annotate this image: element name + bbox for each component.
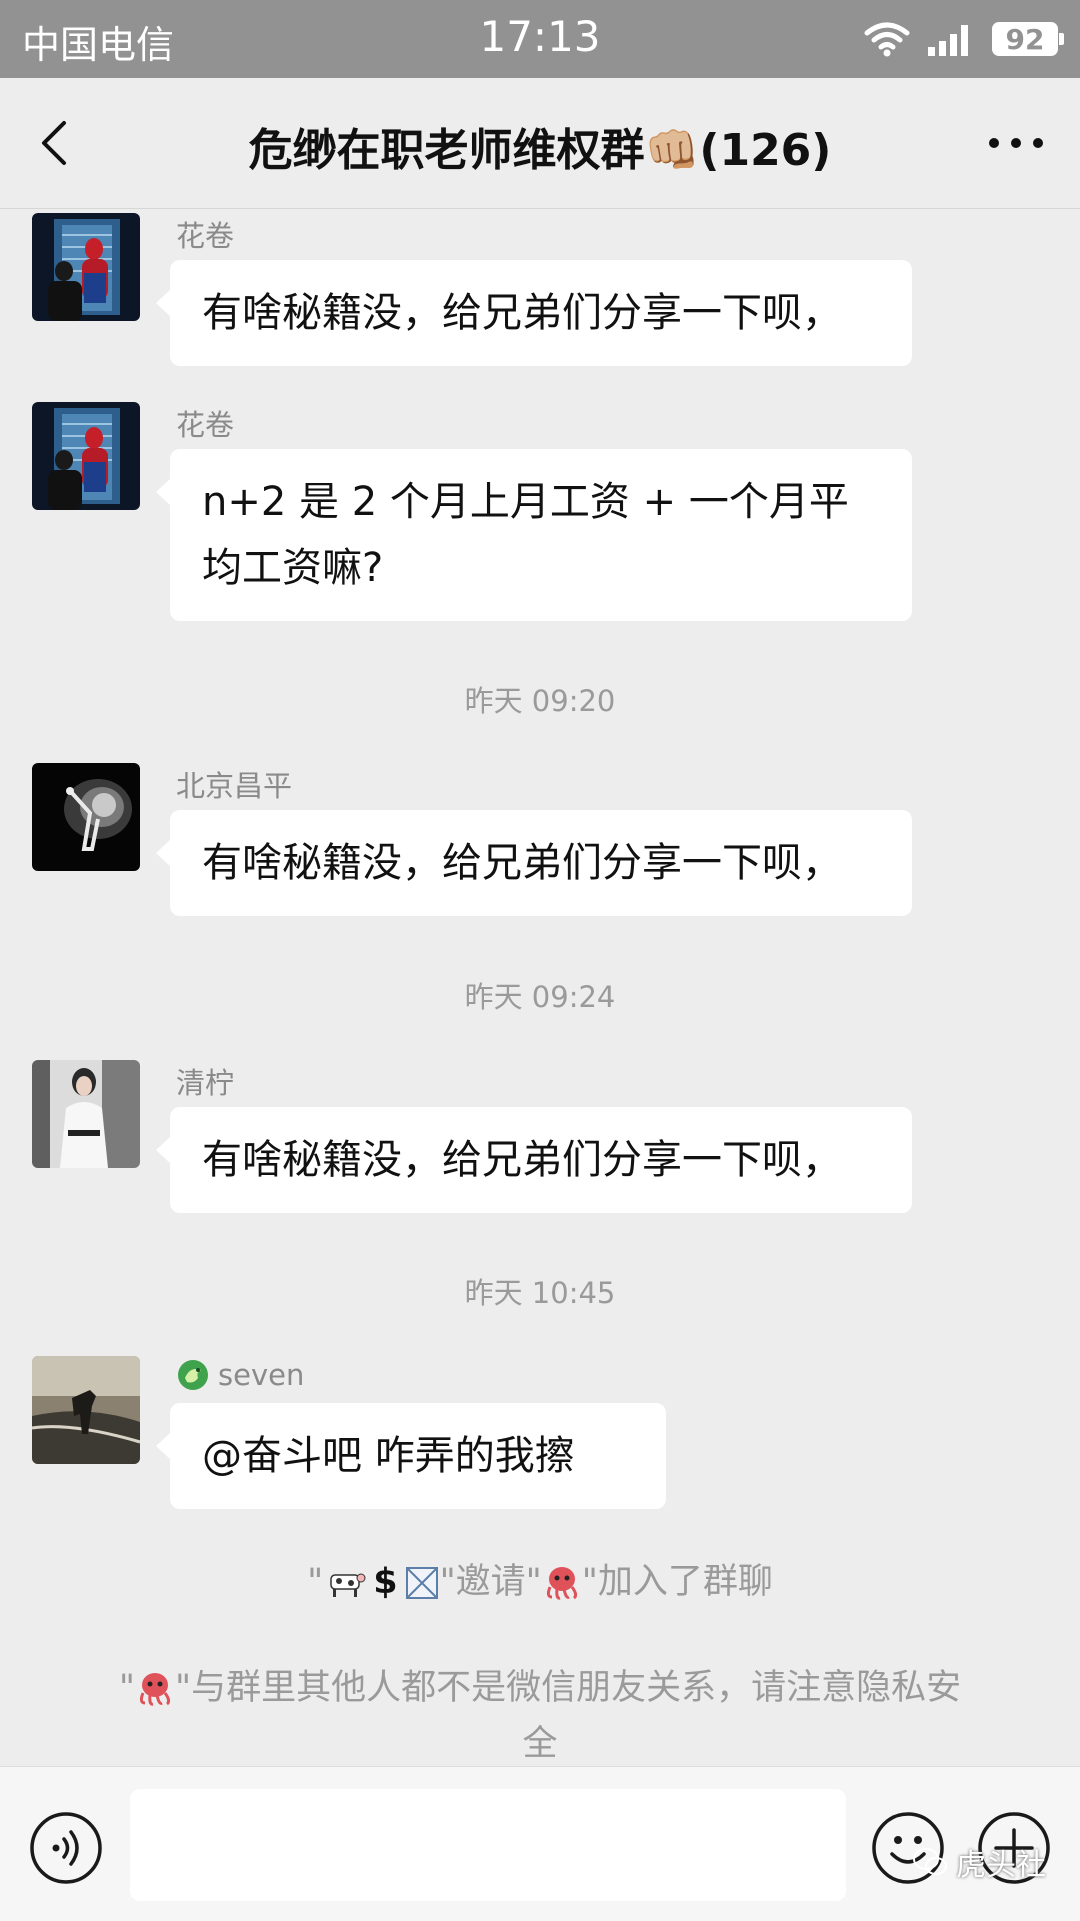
system-privacy-message: " "与群里其他人都不是微信朋友关系，请注意隐私安 全: [80, 1660, 1000, 1772]
message-bubble[interactable]: 有啥秘籍没，给兄弟们分享一下呗，: [156, 260, 912, 366]
message-line: n+2 是 2 个月上月工资 + 一个月平: [202, 479, 849, 525]
chat-title: 危缈在职老师维权群👊🏼(126): [248, 125, 832, 176]
timestamp: 昨天 10:45: [464, 1276, 616, 1310]
battery-icon: 92: [992, 22, 1064, 56]
message-bubble[interactable]: 有啥秘籍没，给兄弟们分享一下呗，: [156, 810, 912, 916]
timestamp: 昨天 09:24: [464, 980, 616, 1014]
system-invite-message: " $ "邀请" "加入了群聊: [80, 1554, 1000, 1610]
voice-icon[interactable]: [28, 1810, 104, 1886]
message-line: 均工资嘛?: [202, 545, 384, 591]
sender-name: 清柠: [176, 1066, 235, 1100]
spiderman-avatar[interactable]: [32, 402, 140, 510]
watermark: 虎头社: [912, 1840, 1046, 1884]
dragon-icon: [178, 1360, 208, 1390]
watermark-text: 虎头社: [956, 1848, 1046, 1883]
wechat-logo-icon: [913, 1848, 947, 1875]
octopus-emoji-icon: [139, 1673, 171, 1706]
privacy-line: " "与群里其他人都不是微信朋友关系，请注意隐私安: [80, 1660, 1000, 1716]
sender-label: seven: [218, 1358, 305, 1392]
chat-header: 危缈在职老师维权群👊🏼(126): [0, 78, 1080, 209]
signal-icon: [928, 25, 968, 56]
spiderman-avatar[interactable]: [32, 213, 140, 321]
boxed-x-icon: [405, 1567, 438, 1599]
message-bubble[interactable]: n+2 是 2 个月上月工资 + 一个月平 均工资嘛?: [156, 449, 912, 621]
status-bar: 中国电信 17:13 92: [0, 0, 1080, 78]
cow-emoji-icon: [330, 1573, 366, 1597]
invite-text-end: "加入了群聊: [581, 1562, 773, 1602]
status-icons: 92: [864, 16, 1064, 62]
sender-name: 花卷: [176, 408, 235, 442]
wifi-icon: [864, 22, 910, 57]
quote-mark: ": [118, 1668, 135, 1708]
woman-avatar[interactable]: [32, 1060, 140, 1168]
privacy-line: 全: [522, 1724, 558, 1764]
dancer-avatar[interactable]: [32, 763, 140, 871]
quote-mark: ": [307, 1562, 324, 1602]
sender-name: 花卷: [176, 219, 235, 253]
invite-text: "邀请": [439, 1562, 542, 1602]
horse-avatar[interactable]: [32, 1356, 140, 1464]
message-input[interactable]: [130, 1789, 846, 1901]
message-bubble[interactable]: @奋斗吧 咋弄的我擦: [156, 1403, 666, 1509]
octopus-emoji-icon: [546, 1567, 577, 1600]
timestamp: 昨天 09:20: [464, 684, 616, 718]
more-icon[interactable]: [980, 113, 1052, 173]
sender-name: seven: [176, 1358, 304, 1392]
dollar-sign: $: [373, 1562, 398, 1602]
sender-name: 北京昌平: [176, 769, 293, 803]
privacy-text: "与群里其他人都不是微信朋友关系，请注意隐私安: [175, 1668, 962, 1708]
message-bubble[interactable]: 有啥秘籍没，给兄弟们分享一下呗，: [156, 1107, 912, 1213]
